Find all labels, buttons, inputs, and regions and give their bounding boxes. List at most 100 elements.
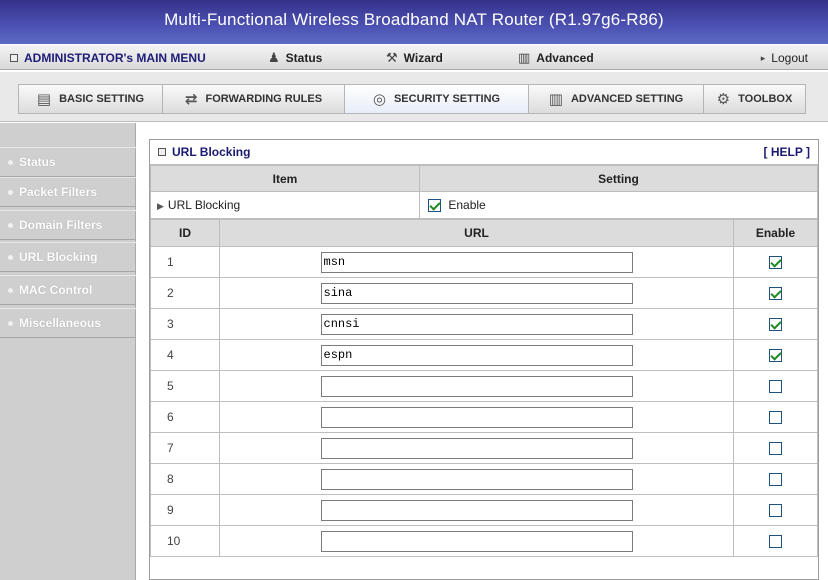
row-id: 7	[150, 432, 220, 464]
advanced-menu-link[interactable]: ▥ Advanced	[518, 45, 594, 71]
row-id: 6	[150, 401, 220, 433]
url-input[interactable]	[320, 251, 633, 273]
bullet-icon	[8, 287, 13, 293]
bullet-icon	[8, 159, 13, 165]
sidebar-item-label: Miscellaneous	[19, 316, 102, 330]
row-enable-cell	[733, 308, 818, 340]
row-enable-cell	[733, 339, 818, 371]
table-row: 5	[150, 370, 818, 402]
col-url-header: URL	[219, 219, 734, 247]
url-enable-checkbox[interactable]	[769, 287, 782, 301]
row-enable-cell	[733, 525, 818, 557]
logout-arrow-icon: ▸	[760, 53, 766, 63]
row-url-cell	[219, 246, 734, 278]
advanced-setting-icon: ▥	[548, 91, 563, 108]
table-row: 9	[150, 494, 818, 526]
col-id-header: ID	[150, 219, 220, 247]
admin-main-menu-link[interactable]: ADMINISTRATOR's MAIN MENU	[10, 45, 206, 71]
sidebar-item-miscellaneous[interactable]: Miscellaneous	[0, 308, 136, 338]
table-row: 3	[150, 308, 818, 340]
admin-main-menu-label: ADMINISTRATOR's MAIN MENU	[24, 51, 206, 65]
url-input[interactable]	[320, 375, 633, 397]
table-row: 6	[150, 401, 818, 433]
status-person-icon: ♟	[268, 50, 280, 65]
url-enable-checkbox[interactable]	[769, 256, 782, 270]
toolbox-icon: ⚙	[716, 91, 731, 108]
sidebar-item-label: MAC Control	[19, 283, 93, 297]
tab-toolbox[interactable]: ⚙ TOOLBOX	[703, 84, 806, 114]
row-url-cell	[219, 401, 734, 433]
row-id: 3	[150, 308, 220, 340]
url-input[interactable]	[320, 282, 633, 304]
sidebar-item-mac-control[interactable]: MAC Control	[0, 275, 136, 305]
url-input[interactable]	[320, 437, 633, 459]
table-row: 2	[150, 277, 818, 309]
basic-setting-icon: ▤	[36, 91, 52, 108]
tab-row: ▤ BASIC SETTING ⇄ FORWARDING RULES ◎ SEC…	[0, 72, 828, 122]
tab-toolbox-label: TOOLBOX	[738, 93, 793, 105]
url-input[interactable]	[320, 499, 633, 521]
url-blocking-enable-label: Enable	[448, 197, 486, 212]
url-rows: 12345678910	[150, 246, 818, 557]
bullet-icon	[8, 254, 13, 260]
table-row: 10	[150, 525, 818, 557]
url-input[interactable]	[320, 344, 633, 366]
sidebar: Status Packet Filters Domain Filters URL…	[0, 123, 136, 580]
url-input[interactable]	[320, 313, 633, 335]
menu-square-icon	[10, 54, 18, 62]
url-blocking-panel: URL Blocking [ HELP ] Item Setting ▶ URL …	[149, 139, 819, 580]
url-input[interactable]	[320, 468, 633, 490]
logout-label: Logout	[771, 51, 808, 65]
table-row: 1	[150, 246, 818, 278]
wizard-menu-label: Wizard	[403, 51, 443, 65]
arrow-right-icon: ▶	[157, 201, 164, 211]
bullet-icon	[8, 189, 13, 195]
sidebar-item-label: Status	[19, 155, 56, 169]
sidebar-item-domain-filters[interactable]: Domain Filters	[0, 210, 136, 240]
wizard-icon: ⚒	[386, 50, 398, 65]
row-id: 2	[150, 277, 220, 309]
row-url-cell	[219, 277, 734, 309]
advanced-icon: ▥	[518, 50, 531, 65]
help-link[interactable]: [ HELP ]	[764, 145, 810, 159]
row-enable-cell	[733, 277, 818, 309]
table-row: 7	[150, 432, 818, 464]
row-url-cell	[219, 525, 734, 557]
url-table: ID URL Enable 12345678910	[150, 219, 818, 557]
bullet-icon	[8, 222, 13, 228]
tab-forwarding-rules[interactable]: ⇄ FORWARDING RULES	[162, 84, 344, 114]
url-enable-checkbox[interactable]	[769, 504, 782, 518]
tab-advanced-setting-label: ADVANCED SETTING	[570, 93, 684, 105]
tab-security-setting[interactable]: ◎ SECURITY SETTING	[344, 84, 528, 114]
status-menu-label: Status	[285, 51, 323, 65]
item-setting-table: Item Setting ▶ URL Blocking Enable	[150, 165, 818, 219]
tab-strip: ▤ BASIC SETTING ⇄ FORWARDING RULES ◎ SEC…	[18, 84, 806, 114]
url-blocking-item-label: URL Blocking	[167, 198, 241, 212]
row-url-cell	[219, 308, 734, 340]
tab-basic-setting-label: BASIC SETTING	[59, 93, 145, 105]
sidebar-item-packet-filters[interactable]: Packet Filters	[0, 177, 136, 207]
url-enable-checkbox[interactable]	[769, 318, 782, 332]
logout-link[interactable]: ▸ Logout	[761, 45, 808, 71]
url-input[interactable]	[320, 530, 633, 552]
url-enable-checkbox[interactable]	[769, 411, 782, 425]
status-menu-link[interactable]: ♟ Status	[268, 45, 322, 71]
sidebar-item-label: URL Blocking	[19, 250, 98, 264]
url-input[interactable]	[320, 406, 633, 428]
sidebar-item-url-blocking[interactable]: URL Blocking	[0, 242, 136, 272]
row-url-cell	[219, 494, 734, 526]
url-enable-checkbox[interactable]	[769, 442, 782, 456]
url-enable-checkbox[interactable]	[769, 349, 782, 363]
url-blocking-setting: Enable	[419, 191, 818, 219]
panel-header: URL Blocking [ HELP ]	[150, 140, 818, 165]
tab-advanced-setting[interactable]: ▥ ADVANCED SETTING	[528, 84, 703, 114]
col-setting-header: Setting	[419, 165, 818, 192]
url-enable-checkbox[interactable]	[769, 380, 782, 394]
sidebar-item-status[interactable]: Status	[0, 147, 136, 177]
url-blocking-enable-checkbox[interactable]	[428, 199, 441, 213]
wizard-menu-link[interactable]: ⚒ Wizard	[386, 45, 443, 71]
url-enable-checkbox[interactable]	[769, 473, 782, 487]
tab-basic-setting[interactable]: ▤ BASIC SETTING	[18, 84, 162, 114]
url-enable-checkbox[interactable]	[769, 535, 782, 549]
url-blocking-item: ▶ URL Blocking	[150, 191, 420, 219]
